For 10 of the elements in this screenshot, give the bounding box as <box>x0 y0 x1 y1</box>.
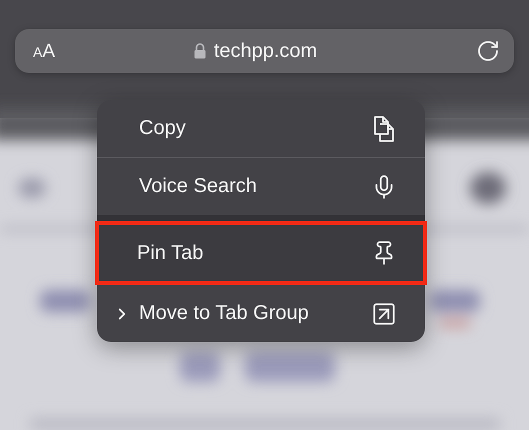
copy-icon <box>371 114 397 142</box>
menu-item[interactable]: Voice Search <box>97 158 425 215</box>
menu-item[interactable]: Copy <box>97 100 425 157</box>
text-size-button[interactable]: AA <box>33 42 56 60</box>
menu-item[interactable]: Move to Tab Group <box>97 285 425 342</box>
menu-item[interactable]: Pin Tab <box>95 221 427 285</box>
url-text: techpp.com <box>214 40 318 62</box>
address-bar[interactable]: AA techpp.com <box>15 29 514 73</box>
reload-button[interactable] <box>476 39 500 63</box>
arrow-square-icon <box>371 300 397 326</box>
